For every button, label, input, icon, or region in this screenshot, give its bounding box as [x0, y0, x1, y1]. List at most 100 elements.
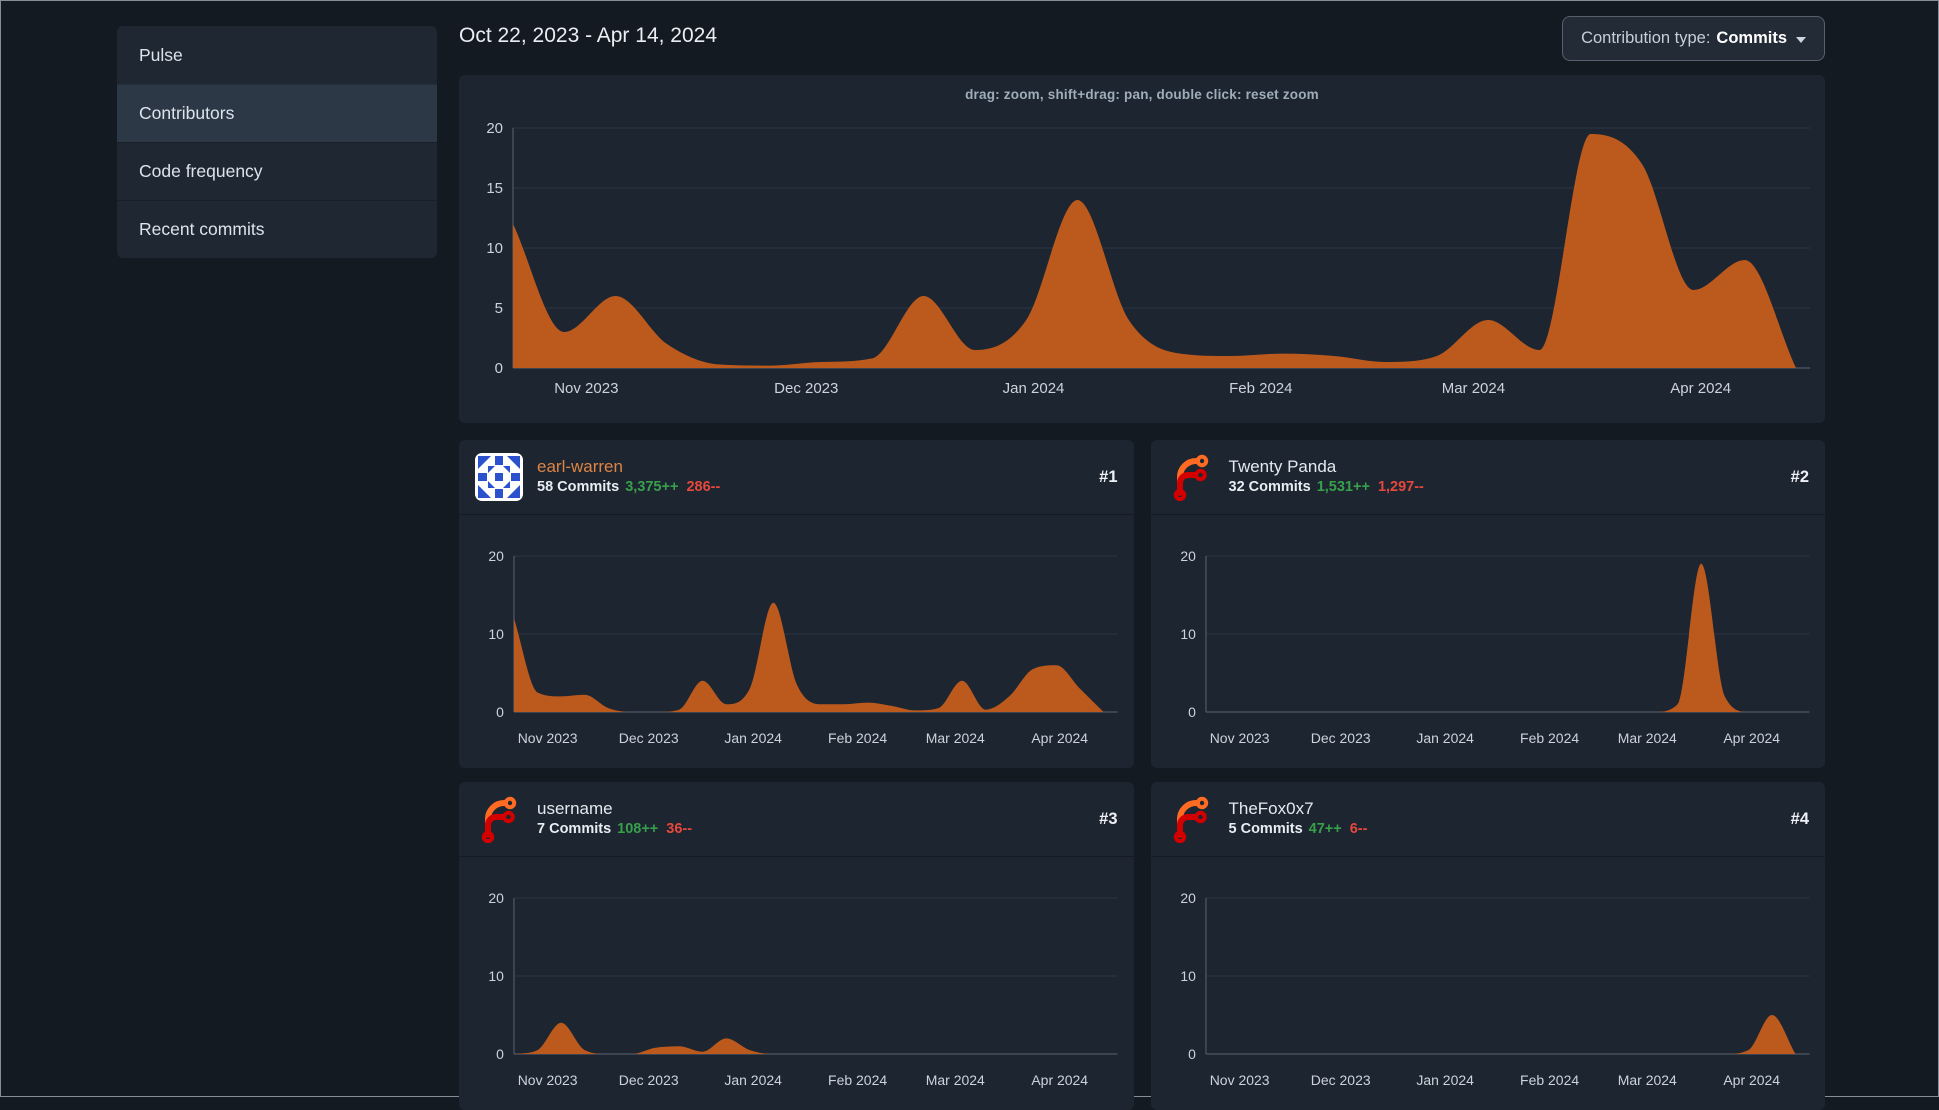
contributor-deletions: 1,297--: [1377, 478, 1424, 495]
svg-text:Apr 2024: Apr 2024: [1670, 380, 1731, 397]
forgejo-logo-avatar-image: [1173, 454, 1208, 501]
contributor-rank: #3: [1099, 809, 1118, 828]
commits-area-series: [513, 602, 1104, 712]
svg-text:5: 5: [495, 300, 503, 317]
sidebar-item-label: Contributors: [139, 102, 235, 123]
contributor-card: TheFox0x7 5 Commits 47++ 6-- #4 0 10 20 Nov 2…: [1150, 782, 1826, 1110]
svg-text:20: 20: [1180, 548, 1196, 564]
sidebar-item-label: Pulse: [139, 44, 183, 65]
contributor-avatar[interactable]: [475, 795, 523, 843]
sidebar-item-label: Code frequency: [139, 160, 263, 181]
contributor-chart[interactable]: 0 10 20 Nov 2023 Dec 2023 Jan 2024 Feb 2024 Mar…: [1151, 515, 1826, 765]
svg-text:10: 10: [488, 968, 504, 984]
svg-text:Mar 2024: Mar 2024: [1617, 1072, 1676, 1088]
svg-text:Dec 2023: Dec 2023: [774, 380, 838, 397]
svg-text:0: 0: [495, 360, 503, 377]
svg-text:Nov 2023: Nov 2023: [1209, 730, 1269, 746]
sidebar-item-label: Recent commits: [139, 218, 265, 239]
svg-text:Feb 2024: Feb 2024: [1229, 380, 1292, 397]
commits-area-series: [1205, 563, 1796, 712]
svg-text:10: 10: [488, 626, 504, 642]
contributor-rank: #2: [1790, 467, 1809, 486]
activity-content: Oct 22, 2023 - Apr 14, 2024 Contribution…: [459, 16, 1825, 1110]
contributor-card-header: TheFox0x7 5 Commits 47++ 6-- #4: [1150, 782, 1825, 857]
overall-contributions-card: drag: zoom, shift+drag: pan, double clic…: [459, 75, 1825, 423]
svg-text:Feb 2024: Feb 2024: [1520, 730, 1579, 746]
contributor-avatar[interactable]: [475, 453, 523, 501]
svg-text:10: 10: [1180, 968, 1196, 984]
contributor-name-link[interactable]: username: [537, 799, 692, 819]
svg-text:Mar 2024: Mar 2024: [1442, 380, 1505, 397]
contributor-additions: 3,375++: [625, 478, 679, 495]
svg-text:Jan 2024: Jan 2024: [724, 730, 782, 746]
contributor-additions: 108++: [617, 820, 659, 837]
svg-text:Dec 2023: Dec 2023: [1310, 1072, 1370, 1088]
svg-text:Dec 2023: Dec 2023: [619, 730, 679, 746]
svg-text:Feb 2024: Feb 2024: [1520, 1072, 1579, 1088]
contributor-chart[interactable]: 0 10 20 Nov 2023 Dec 2023 Jan 2024 Feb 2024 Mar…: [1151, 857, 1826, 1107]
contributor-commit-count: 58 Commits: [537, 478, 620, 495]
contributor-additions: 47++: [1308, 820, 1342, 837]
contributor-name-link[interactable]: Twenty Panda: [1229, 457, 1424, 477]
svg-text:Apr 2024: Apr 2024: [1031, 1072, 1088, 1088]
contributor-rank: #4: [1790, 809, 1809, 828]
contribution-type-dropdown[interactable]: Contribution type: Commits: [1562, 16, 1825, 61]
contributor-stats: 5 Commits 47++ 6--: [1228, 820, 1368, 838]
svg-text:Feb 2024: Feb 2024: [828, 1072, 887, 1088]
svg-text:Nov 2023: Nov 2023: [1209, 1072, 1269, 1088]
sidebar-item-recent-commits[interactable]: Recent commits: [117, 200, 437, 258]
svg-text:Jan 2024: Jan 2024: [724, 1072, 782, 1088]
sidebar-item-pulse[interactable]: Pulse: [117, 26, 437, 84]
contribution-type-value: Commits: [1716, 29, 1787, 47]
sidebar-item-contributors[interactable]: Contributors: [117, 84, 437, 142]
content-header: Oct 22, 2023 - Apr 14, 2024 Contribution…: [459, 16, 1825, 75]
contributor-avatar[interactable]: [1167, 795, 1215, 843]
svg-text:Dec 2023: Dec 2023: [1310, 730, 1370, 746]
contributor-stats: 7 Commits 108++ 36--: [537, 820, 693, 838]
contributor-card-header: Twenty Panda 32 Commits 1,531++ 1,297-- #2: [1150, 440, 1825, 515]
contribution-type-label: Contribution type:: [1581, 29, 1711, 47]
svg-text:Nov 2023: Nov 2023: [518, 730, 578, 746]
contributor-cards-grid: earl-warren 58 Commits 3,375++ 286-- #1 0 1…: [459, 440, 1825, 1110]
svg-text:20: 20: [1180, 890, 1196, 906]
contributors-activity-page: { "page": { "bg": "#141a22", "card_bg": …: [0, 0, 1939, 1110]
date-range-title: Oct 22, 2023 - Apr 14, 2024: [459, 24, 718, 47]
contributor-chart[interactable]: 0 10 20 Nov 2023 Dec 2023 Jan 2024 Feb 2024 Mar…: [459, 857, 1134, 1107]
contributor-additions: 1,531++: [1316, 478, 1370, 495]
contributor-stats: 58 Commits 3,375++ 286--: [537, 478, 721, 496]
contributor-card: Twenty Panda 32 Commits 1,531++ 1,297-- #2…: [1150, 440, 1826, 768]
svg-text:Jan 2024: Jan 2024: [1416, 730, 1474, 746]
svg-text:10: 10: [486, 240, 503, 257]
contributor-rank: #1: [1099, 467, 1118, 486]
forgejo-logo-avatar-image: [1173, 796, 1208, 843]
contributor-card: earl-warren 58 Commits 3,375++ 286-- #1 0 1…: [459, 440, 1134, 768]
contributor-commit-count: 7 Commits: [537, 820, 612, 837]
contributor-chart[interactable]: 0 10 20 Nov 2023 Dec 2023 Jan 2024 Feb 2024 Mar…: [459, 515, 1134, 765]
chevron-down-icon: [1796, 37, 1806, 43]
contributor-avatar[interactable]: [1167, 453, 1215, 501]
svg-text:Nov 2023: Nov 2023: [554, 380, 618, 397]
svg-text:Mar 2024: Mar 2024: [926, 730, 985, 746]
commits-area-series: [513, 1022, 1104, 1054]
commits-area-series: [1205, 1015, 1796, 1054]
svg-text:20: 20: [488, 890, 504, 906]
contributor-card: username 7 Commits 108++ 36-- #3 0 10 20 Nov …: [459, 782, 1134, 1110]
contributor-deletions: 36--: [666, 820, 693, 837]
svg-text:0: 0: [1188, 704, 1196, 720]
svg-text:Dec 2023: Dec 2023: [619, 1072, 679, 1088]
contributor-commit-count: 32 Commits: [1228, 478, 1311, 495]
svg-text:Feb 2024: Feb 2024: [828, 730, 887, 746]
svg-text:0: 0: [496, 1046, 504, 1062]
svg-text:15: 15: [486, 180, 503, 197]
svg-text:Mar 2024: Mar 2024: [926, 1072, 985, 1088]
svg-text:0: 0: [496, 704, 504, 720]
sidebar-item-code-frequency[interactable]: Code frequency: [117, 142, 437, 200]
commits-area-series: [513, 134, 1796, 368]
activity-sidebar-menu: Pulse Contributors Code frequency Recent…: [117, 26, 437, 258]
contributor-name-link[interactable]: earl-warren: [537, 457, 720, 477]
contributor-name-link[interactable]: TheFox0x7: [1229, 799, 1368, 819]
contributor-commit-count: 5 Commits: [1228, 820, 1303, 837]
contributor-deletions: 286--: [686, 478, 721, 495]
overall-contributions-chart[interactable]: 0 5 10 15 20 Nov 2023 Dec 2023 Jan 2024 Feb 2024…: [459, 75, 1825, 423]
svg-text:10: 10: [1180, 626, 1196, 642]
